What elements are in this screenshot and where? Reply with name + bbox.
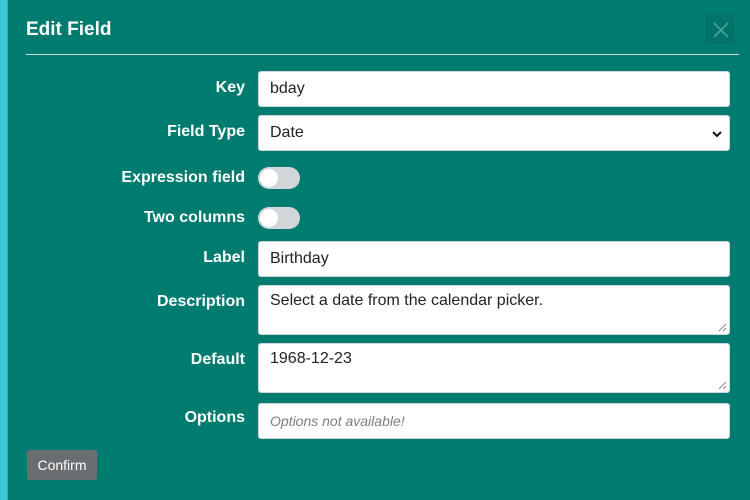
expression-field-label: Expression field (121, 169, 245, 186)
confirm-button[interactable]: Confirm (27, 450, 97, 480)
description-label: Description (156, 293, 245, 310)
label-field-label: Label (203, 249, 245, 266)
field-type-value: Date (270, 124, 304, 141)
field-type-select[interactable]: Date (258, 115, 730, 151)
two-columns-label: Two columns (143, 209, 245, 226)
description-textarea[interactable]: Select a date from the calendar picker. (258, 285, 730, 335)
resize-grip-icon[interactable] (718, 323, 727, 332)
close-icon (713, 22, 729, 38)
toggle-knob (260, 209, 278, 227)
title-divider (26, 54, 739, 55)
edit-field-dialog: Edit Field Key bday Field Type Date Expr… (7, 0, 750, 500)
options-placeholder: Options not available! (270, 413, 405, 429)
options-input[interactable]: Options not available! (258, 403, 730, 439)
two-columns-toggle[interactable] (258, 207, 300, 229)
toggle-knob (260, 169, 278, 187)
close-button[interactable] (706, 14, 734, 44)
field-type-label: Field Type (167, 123, 245, 140)
label-input[interactable]: Birthday (258, 241, 730, 277)
default-text: 1968-12-23 (270, 350, 352, 367)
dialog-title: Edit Field (26, 19, 112, 40)
key-label: Key (215, 79, 245, 96)
default-label: Default (190, 351, 245, 368)
default-textarea[interactable]: 1968-12-23 (258, 343, 730, 393)
description-text: Select a date from the calendar picker. (270, 292, 544, 309)
key-input[interactable]: bday (258, 71, 730, 107)
resize-grip-icon[interactable] (718, 381, 727, 390)
chevron-down-icon (712, 131, 722, 138)
expression-field-toggle[interactable] (258, 167, 300, 189)
options-label: Options (184, 409, 245, 426)
